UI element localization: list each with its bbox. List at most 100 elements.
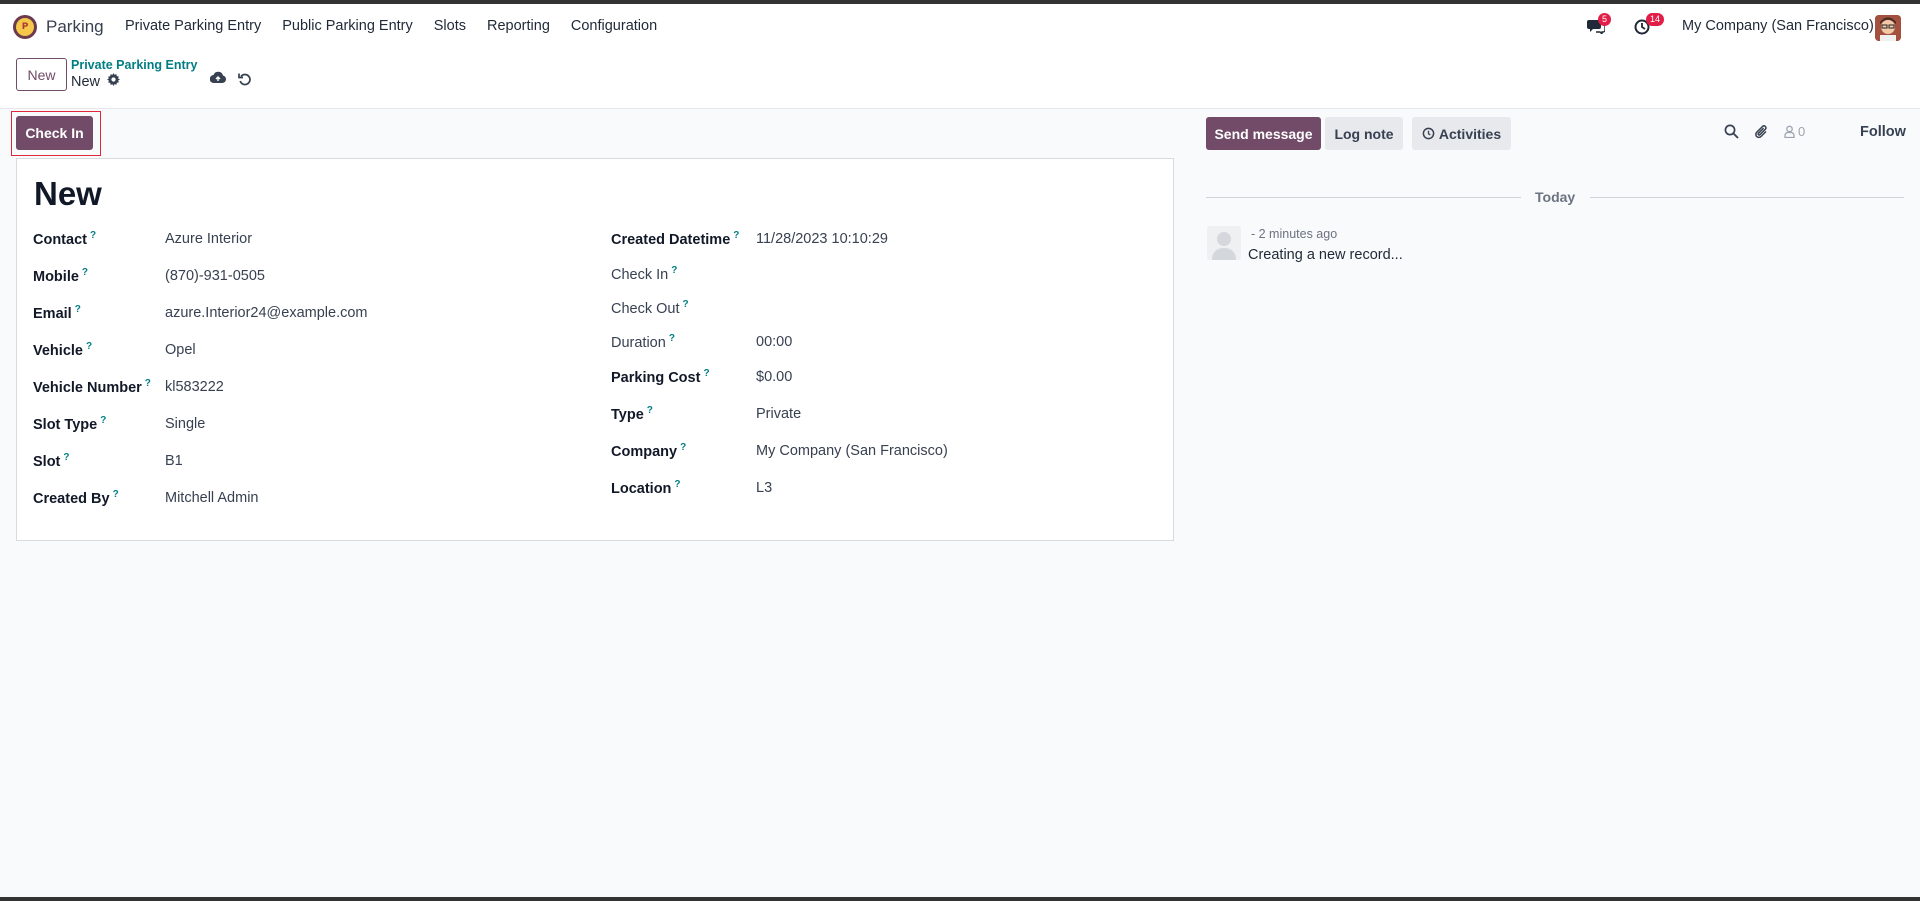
help-icon[interactable]: ?: [113, 489, 119, 500]
user-icon: [1784, 125, 1795, 138]
label-email: Email?: [33, 304, 81, 322]
help-icon[interactable]: ?: [82, 267, 88, 278]
help-icon[interactable]: ?: [680, 442, 686, 453]
menu-slots[interactable]: Slots: [434, 18, 466, 34]
company-switcher[interactable]: My Company (San Francisco): [1682, 18, 1874, 34]
paperclip-icon[interactable]: [1754, 124, 1769, 143]
label-duration-text: Duration: [611, 334, 666, 351]
help-icon[interactable]: ?: [703, 368, 709, 379]
label-check-out: Check Out?: [611, 299, 689, 317]
activities-label: Activities: [1438, 125, 1502, 142]
record-name: New: [71, 73, 101, 90]
help-icon[interactable]: ?: [75, 304, 81, 315]
label-slot-text: Slot: [33, 453, 61, 470]
help-icon[interactable]: ?: [671, 265, 677, 276]
messages-icon[interactable]: 5: [1587, 13, 1612, 36]
help-icon[interactable]: ?: [90, 230, 96, 241]
bottom-border: [0, 897, 1920, 901]
type-field[interactable]: Private: [756, 406, 801, 422]
label-contact: Contact?: [33, 230, 96, 248]
main-menu: Private Parking Entry Public Parking Ent…: [125, 18, 678, 34]
label-company: Company?: [611, 442, 686, 460]
label-vehicle-number: Vehicle Number?: [33, 378, 151, 396]
save-cloud-icon[interactable]: [209, 71, 226, 87]
help-icon[interactable]: ?: [100, 415, 106, 426]
check-in-button[interactable]: Check In: [16, 116, 93, 150]
help-icon[interactable]: ?: [733, 230, 739, 241]
followers-button[interactable]: 0: [1784, 124, 1805, 139]
message-body: Creating a new record...: [1248, 247, 1403, 263]
help-icon[interactable]: ?: [669, 333, 675, 344]
app-logo-icon[interactable]: P: [13, 15, 37, 39]
menu-reporting[interactable]: Reporting: [487, 18, 550, 34]
mobile-field[interactable]: (870)-931-0505: [165, 268, 265, 284]
label-created-by-text: Created By: [33, 490, 110, 507]
activities-badge: 14: [1646, 13, 1665, 26]
label-slot-type: Slot Type?: [33, 415, 106, 433]
help-icon[interactable]: ?: [683, 299, 689, 310]
label-check-out-text: Check Out: [611, 300, 680, 317]
activities-button[interactable]: Activities: [1412, 117, 1511, 150]
separator-line: [1590, 197, 1904, 198]
date-separator: Today: [1535, 189, 1576, 205]
vehicle-number-field[interactable]: kl583222: [165, 379, 224, 395]
help-icon[interactable]: ?: [63, 452, 69, 463]
help-icon[interactable]: ?: [86, 341, 92, 352]
slot-type-field[interactable]: Single: [165, 416, 205, 432]
messages-badge: 5: [1598, 13, 1612, 26]
log-note-button[interactable]: Log note: [1325, 117, 1403, 150]
label-contact-text: Contact: [33, 231, 87, 248]
company-field[interactable]: My Company (San Francisco): [756, 443, 948, 459]
send-message-button[interactable]: Send message: [1206, 117, 1321, 150]
label-mobile-text: Mobile: [33, 268, 79, 285]
location-field[interactable]: L3: [756, 480, 772, 496]
follow-button[interactable]: Follow: [1860, 124, 1906, 140]
menu-private-parking-entry[interactable]: Private Parking Entry: [125, 18, 261, 34]
breadcrumb-current: New: [71, 73, 121, 90]
gear-icon[interactable]: [107, 73, 121, 90]
label-slot: Slot?: [33, 452, 70, 470]
menu-configuration[interactable]: Configuration: [571, 18, 657, 34]
label-created-by: Created By?: [33, 489, 119, 507]
control-panel: New Private Parking Entry New: [0, 49, 1920, 109]
help-icon[interactable]: ?: [674, 479, 680, 490]
record-title[interactable]: New: [34, 175, 102, 213]
form-sheet: New Contact? Azure Interior Mobile? (870…: [16, 158, 1174, 541]
email-field[interactable]: azure.Interior24@example.com: [165, 305, 368, 321]
breadcrumb-private-parking-entry[interactable]: Private Parking Entry: [71, 58, 197, 72]
vehicle-field[interactable]: Opel: [165, 342, 196, 358]
user-avatar[interactable]: [1875, 15, 1901, 41]
label-created-datetime-text: Created Datetime: [611, 231, 731, 248]
menu-public-parking-entry[interactable]: Public Parking Entry: [282, 18, 413, 34]
label-vehicle-number-text: Vehicle Number: [33, 379, 142, 396]
label-parking-cost: Parking Cost?: [611, 368, 710, 386]
label-company-text: Company: [611, 443, 678, 460]
parking-cost-field[interactable]: $0.00: [756, 369, 792, 385]
label-email-text: Email: [33, 305, 72, 322]
help-icon[interactable]: ?: [647, 405, 653, 416]
main-navbar: P Parking Private Parking Entry Public P…: [0, 4, 1920, 49]
contact-field[interactable]: Azure Interior: [165, 231, 252, 247]
message-author-avatar: [1207, 226, 1241, 260]
label-check-in: Check In?: [611, 265, 677, 283]
label-vehicle-text: Vehicle: [33, 342, 83, 359]
separator-line: [1206, 197, 1521, 198]
created-datetime-field: 11/28/2023 10:10:29: [756, 231, 888, 247]
label-parking-cost-text: Parking Cost: [611, 369, 701, 386]
label-location-text: Location: [611, 480, 672, 497]
label-vehicle: Vehicle?: [33, 341, 92, 359]
duration-field: 00:00: [756, 334, 793, 350]
help-icon[interactable]: ?: [145, 378, 151, 389]
label-slot-type-text: Slot Type: [33, 416, 98, 433]
activities-clock-icon[interactable]: 14: [1634, 13, 1665, 36]
created-by-field[interactable]: Mitchell Admin: [165, 490, 258, 506]
slot-field[interactable]: B1: [165, 453, 183, 469]
search-icon[interactable]: [1724, 124, 1739, 142]
label-mobile: Mobile?: [33, 267, 88, 285]
label-location: Location?: [611, 479, 681, 497]
app-name[interactable]: Parking: [46, 17, 104, 37]
label-duration: Duration?: [611, 333, 675, 351]
new-button[interactable]: New: [16, 58, 67, 91]
discard-undo-icon[interactable]: [238, 72, 252, 89]
label-check-in-text: Check In: [611, 266, 669, 283]
